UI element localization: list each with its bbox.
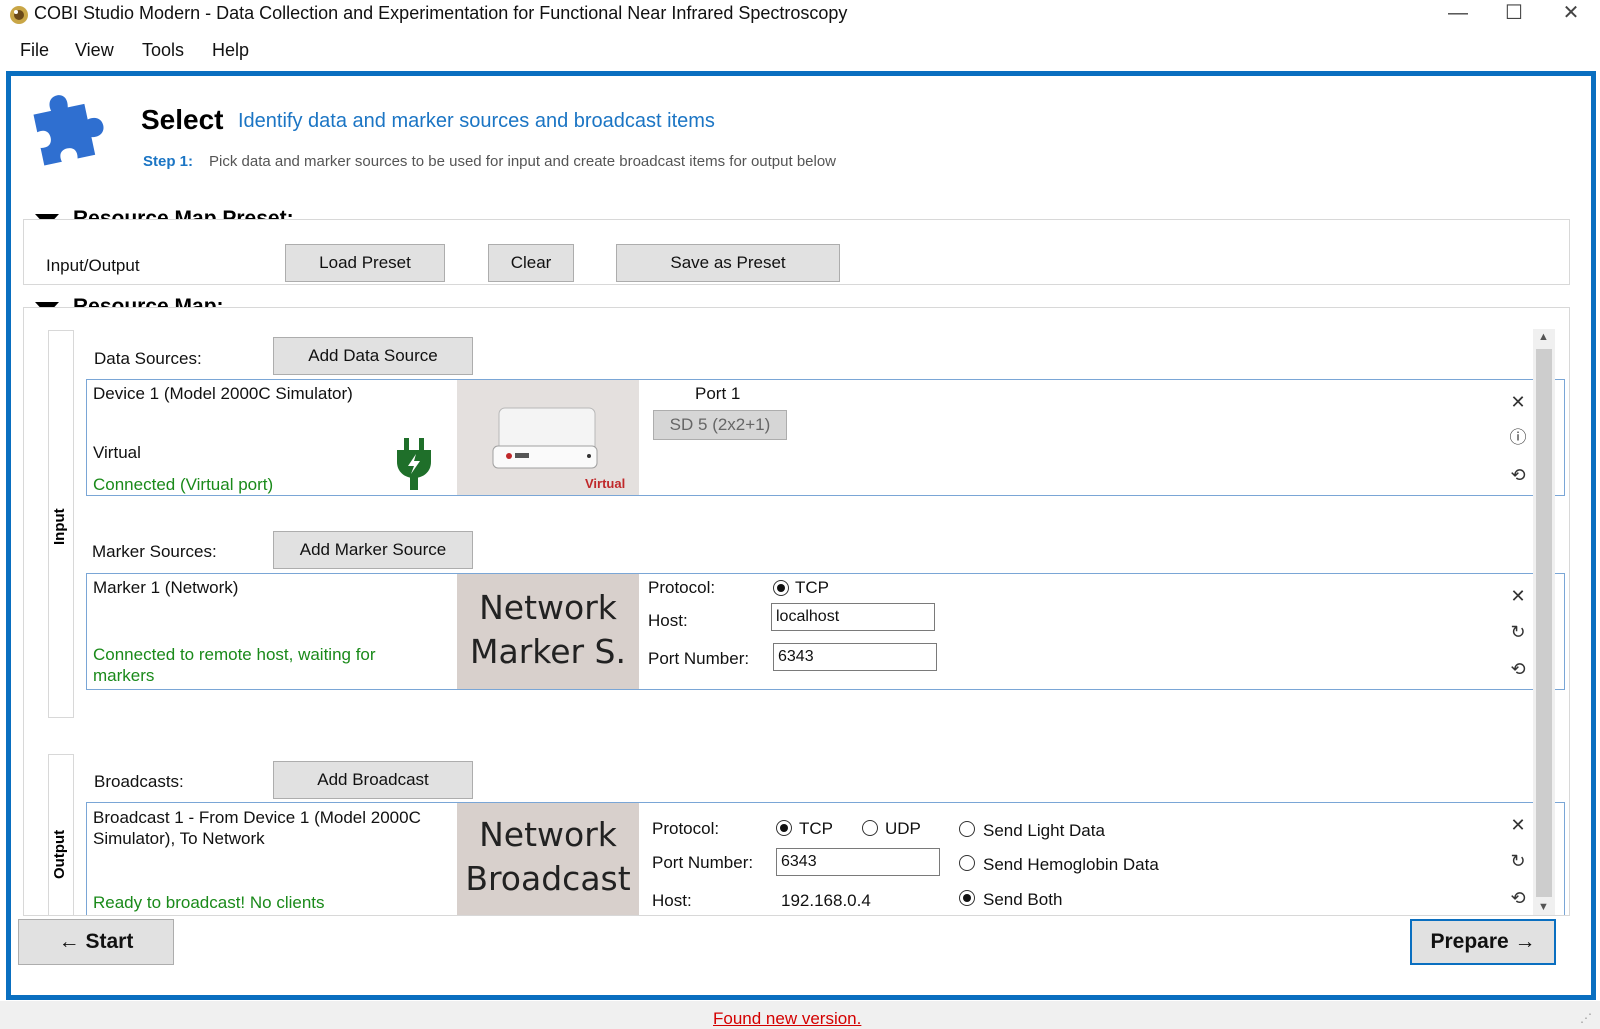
remove-device-icon[interactable]: ✕ bbox=[1507, 391, 1529, 413]
send-light-data-label: Send Light Data bbox=[983, 821, 1105, 840]
marker-protocol-label: Protocol: bbox=[648, 578, 716, 597]
broadcast-protocol-udp-radio[interactable] bbox=[862, 820, 878, 836]
refresh-icon[interactable]: ↻ bbox=[1507, 621, 1529, 643]
add-data-source-button[interactable]: Add Data Source bbox=[273, 337, 473, 375]
marker-port-input[interactable] bbox=[773, 643, 937, 671]
marker-protocol-tcp-radio[interactable] bbox=[773, 580, 789, 596]
menu-file[interactable]: File bbox=[20, 40, 49, 61]
broadcast-protocol-tcp-label: TCP bbox=[799, 819, 833, 838]
device-status: Connected (Virtual port) bbox=[93, 475, 274, 494]
load-preset-button[interactable]: Load Preset bbox=[285, 244, 445, 282]
minimize-button[interactable]: — bbox=[1430, 0, 1486, 28]
broadcast-host-label: Host: bbox=[652, 891, 692, 910]
save-preset-button[interactable]: Save as Preset bbox=[616, 244, 840, 282]
resize-grip-icon[interactable]: ⋰ bbox=[1580, 1011, 1592, 1025]
broadcast-port-input[interactable] bbox=[776, 848, 940, 876]
input-tab: Input bbox=[48, 330, 74, 718]
reconnect-icon[interactable]: ⟲ bbox=[1507, 464, 1529, 486]
marker-card[interactable]: Marker 1 (Network) Connected to remote h… bbox=[86, 573, 1565, 690]
marker-host-input[interactable] bbox=[771, 603, 935, 631]
scroll-up-icon[interactable]: ▲ bbox=[1538, 331, 1549, 343]
broadcast-protocol-udp-label: UDP bbox=[885, 819, 921, 838]
broadcasts-label: Broadcasts: bbox=[94, 772, 184, 791]
send-hemoglobin-data-label: Send Hemoglobin Data bbox=[983, 855, 1159, 874]
broadcast-image-line2: Broadcast bbox=[465, 859, 631, 898]
broadcast-card[interactable]: Broadcast 1 - From Device 1 (Model 2000C… bbox=[86, 802, 1565, 915]
data-sources-label: Data Sources: bbox=[94, 349, 202, 368]
resource-map-scrollbar[interactable]: ▲ ▼ bbox=[1533, 329, 1555, 915]
puzzle-icon bbox=[33, 95, 104, 166]
window-title: COBI Studio Modern - Data Collection and… bbox=[34, 3, 848, 23]
send-both-radio[interactable] bbox=[959, 890, 975, 906]
device-card[interactable]: Device 1 (Model 2000C Simulator) Virtual… bbox=[86, 379, 1565, 496]
menu-bar: File View Tools Help bbox=[0, 31, 1600, 69]
resource-map-group: Input Output Data Sources: Add Data Sour… bbox=[23, 307, 1570, 916]
title-bar: COBI Studio Modern - Data Collection and… bbox=[0, 0, 1600, 30]
marker-image-line1: Network bbox=[479, 588, 617, 627]
plug-connected-icon bbox=[397, 438, 431, 490]
maximize-button[interactable]: ☐ bbox=[1486, 0, 1542, 28]
broadcast-protocol-label: Protocol: bbox=[652, 819, 720, 838]
output-tab: Output bbox=[48, 754, 74, 915]
back-start-button[interactable]: ← Start bbox=[18, 919, 174, 965]
marker-status: Connected to remote host, waiting for ma… bbox=[93, 645, 376, 685]
remove-marker-icon[interactable]: ✕ bbox=[1507, 585, 1529, 607]
info-icon[interactable]: ⓘ bbox=[1507, 427, 1529, 449]
marker-host-label: Host: bbox=[648, 611, 688, 630]
menu-view[interactable]: View bbox=[75, 40, 114, 61]
send-light-data-radio[interactable] bbox=[959, 821, 975, 837]
scroll-down-icon[interactable]: ▼ bbox=[1538, 901, 1549, 913]
device-image: Virtual bbox=[457, 380, 639, 495]
add-marker-source-button[interactable]: Add Marker Source bbox=[273, 531, 473, 569]
broadcast-image-line1: Network bbox=[479, 815, 617, 854]
step-instructions: Pick data and marker sources to be used … bbox=[209, 153, 837, 170]
sd-port-button[interactable]: SD 5 (2x2+1) bbox=[653, 410, 787, 440]
refresh-icon[interactable]: ↻ bbox=[1507, 850, 1529, 872]
menu-tools[interactable]: Tools bbox=[142, 40, 184, 61]
broadcast-protocol-tcp-radio[interactable] bbox=[776, 820, 792, 836]
main-panel: Select Identify data and marker sources … bbox=[6, 71, 1596, 1000]
output-tab-label: Output bbox=[51, 829, 68, 879]
reconnect-icon[interactable]: ⟲ bbox=[1507, 887, 1529, 909]
send-hemoglobin-data-radio[interactable] bbox=[959, 855, 975, 871]
step-label: Step 1: bbox=[143, 153, 194, 170]
broadcast-host-value: 192.168.0.4 bbox=[781, 891, 871, 910]
app-icon bbox=[10, 6, 28, 24]
device-type: Virtual bbox=[93, 443, 141, 462]
send-both-label: Send Both bbox=[983, 890, 1063, 909]
broadcast-name: Broadcast 1 - From Device 1 (Model 2000C… bbox=[93, 808, 421, 848]
page-subtitle: Identify data and marker sources and bro… bbox=[238, 110, 715, 132]
status-bar: Found new version. ⋰ bbox=[0, 1001, 1600, 1029]
prepare-button[interactable]: Prepare → bbox=[1410, 919, 1556, 965]
preset-group: Input/Output Load Preset Clear Save as P… bbox=[23, 219, 1570, 285]
page-title: Select bbox=[141, 104, 224, 135]
marker-image-line2: Marker S. bbox=[470, 632, 626, 671]
device-name: Device 1 (Model 2000C Simulator) bbox=[93, 384, 353, 403]
marker-sources-label: Marker Sources: bbox=[92, 542, 217, 561]
reconnect-icon[interactable]: ⟲ bbox=[1507, 658, 1529, 680]
broadcast-status: Ready to broadcast! No clients bbox=[93, 893, 325, 912]
marker-name: Marker 1 (Network) bbox=[93, 578, 239, 597]
marker-image: Network Marker S. bbox=[457, 574, 639, 689]
marker-protocol-tcp-label: TCP bbox=[795, 578, 829, 597]
device-port-label: Port 1 bbox=[695, 384, 741, 403]
remove-broadcast-icon[interactable]: ✕ bbox=[1507, 814, 1529, 836]
clear-preset-button[interactable]: Clear bbox=[488, 244, 574, 282]
device-hardware-icon bbox=[492, 407, 598, 469]
marker-port-label: Port Number: bbox=[648, 649, 750, 668]
add-broadcast-button[interactable]: Add Broadcast bbox=[273, 761, 473, 799]
close-window-button[interactable]: ✕ bbox=[1543, 0, 1599, 28]
broadcast-image: Network Broadcast bbox=[457, 803, 639, 915]
device-image-tag: Virtual bbox=[585, 476, 626, 491]
scroll-thumb[interactable] bbox=[1536, 349, 1552, 897]
update-link[interactable]: Found new version. bbox=[713, 1009, 861, 1029]
broadcast-port-label: Port Number: bbox=[652, 853, 754, 872]
preset-row-label: Input/Output bbox=[46, 256, 140, 275]
menu-help[interactable]: Help bbox=[212, 40, 249, 61]
input-tab-label: Input bbox=[51, 508, 68, 545]
